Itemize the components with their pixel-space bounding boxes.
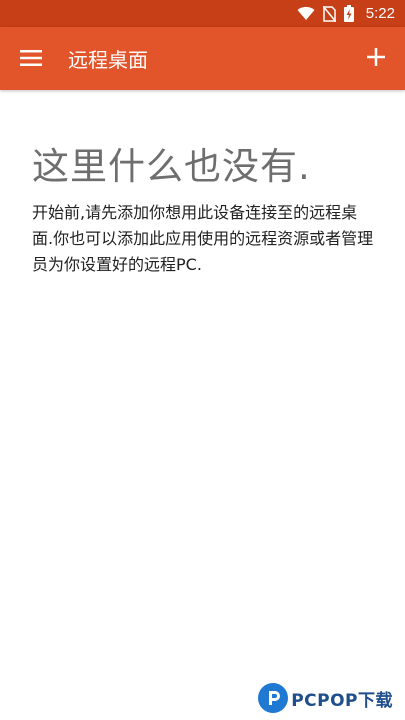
- hamburger-menu-icon: [20, 50, 42, 70]
- pcpop-logo-icon: [258, 683, 289, 713]
- watermark-logo: PCPOP下载: [258, 680, 393, 716]
- app-bar: 远程桌面: [0, 27, 405, 90]
- menu-button[interactable]: [14, 43, 48, 77]
- plus-icon: [367, 48, 385, 70]
- wifi-icon: [297, 6, 315, 21]
- add-button[interactable]: [359, 42, 393, 76]
- app-title: 远程桌面: [68, 48, 148, 72]
- watermark-text: PCPOP下载: [291, 690, 393, 711]
- status-bar: 5:22: [0, 0, 405, 27]
- no-sim-icon: [322, 5, 336, 22]
- empty-state-heading: 这里什么也没有.: [32, 145, 311, 188]
- empty-state-description: 开始前,请先添加你想用此设备连接至的远程桌面.你也可以添加此应用使用的远程资源或…: [32, 203, 374, 274]
- status-time: 5:22: [365, 5, 395, 22]
- battery-charging-icon: [343, 5, 354, 22]
